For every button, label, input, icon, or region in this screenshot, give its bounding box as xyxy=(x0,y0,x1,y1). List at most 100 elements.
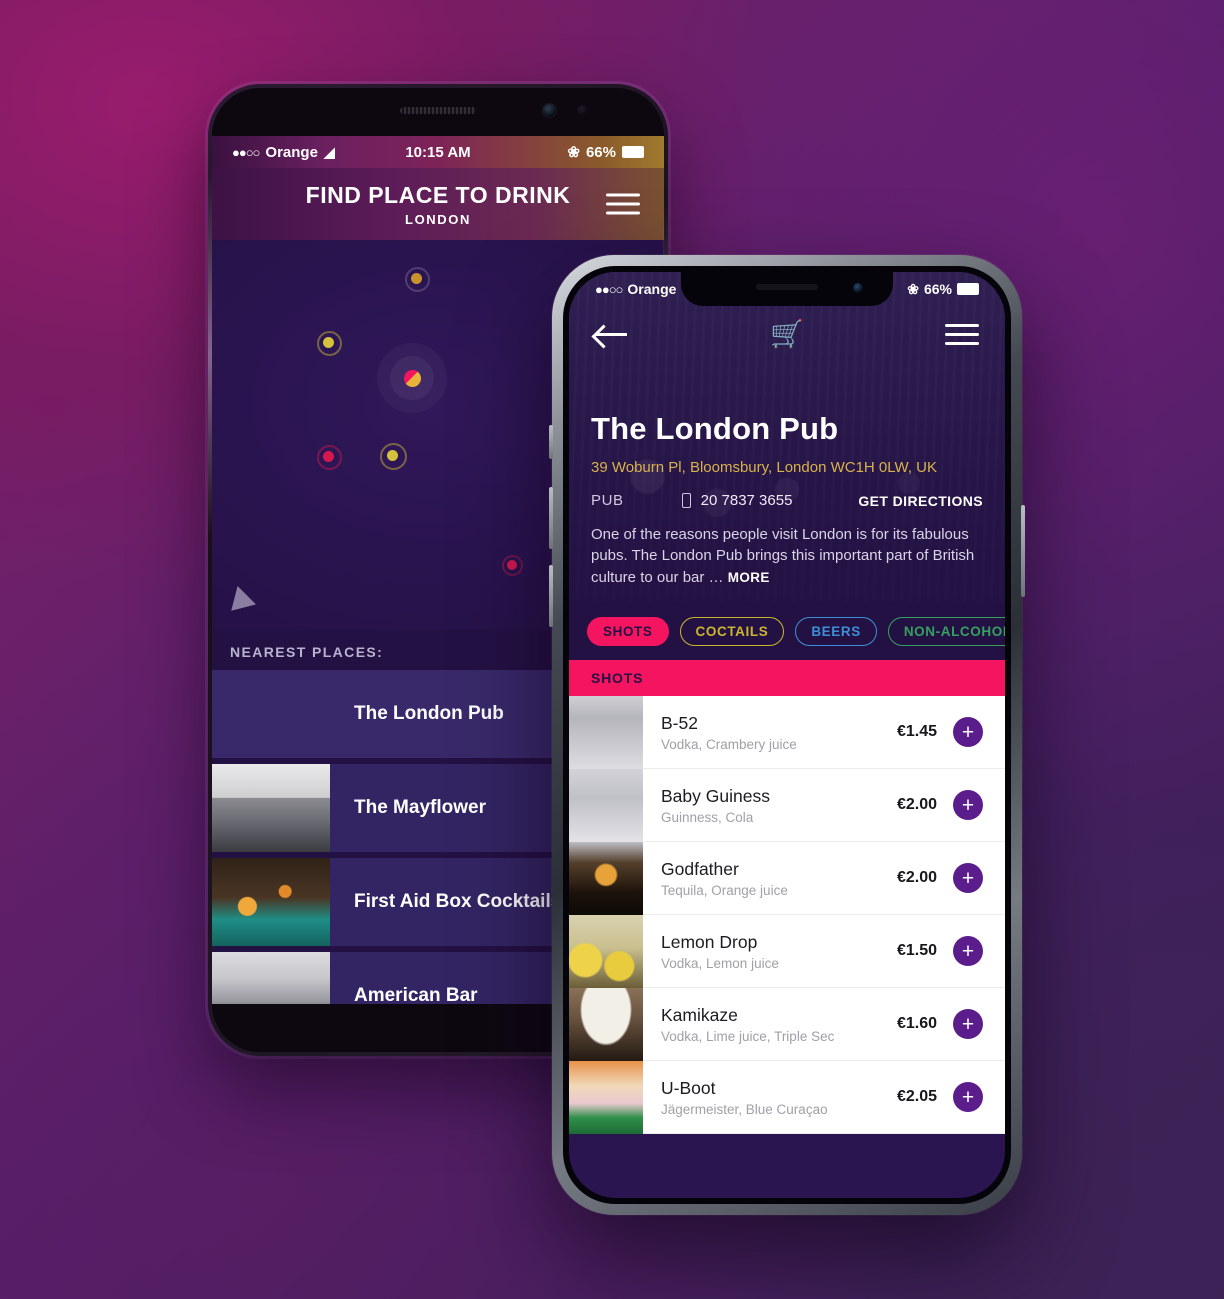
samsung-status-bar: ●●○○ Orange ◢ 10:15 AM ❀ 66% xyxy=(212,136,664,168)
drink-price: €1.60 xyxy=(896,1015,937,1032)
venue-type: PUB xyxy=(591,492,624,510)
drink-thumbnail xyxy=(569,841,643,915)
plus-icon[interactable]: + xyxy=(953,1009,983,1039)
earpiece-speaker-icon xyxy=(756,284,818,290)
drink-thumbnail xyxy=(569,768,643,842)
status-time: 10:15 AM xyxy=(405,143,471,161)
venue-meta-row: PUB 20 7837 3655 GET DIRECTIONS xyxy=(591,492,983,509)
drink-name: Kamikaze xyxy=(661,1004,738,1025)
drink-price: €2.00 xyxy=(896,869,937,886)
wifi-icon: ◢ xyxy=(323,143,335,160)
current-location-marker[interactable] xyxy=(404,370,421,387)
battery-percent: 66% xyxy=(585,143,616,161)
venue-name: The London Pub xyxy=(591,411,839,447)
samsung-app-header: FIND PLACE TO DRINK LONDON xyxy=(212,168,664,240)
volume-down-button[interactable] xyxy=(549,565,553,627)
silent-switch[interactable] xyxy=(549,425,553,459)
table-row[interactable]: U-Boot Jägermeister, Blue Curaçao €2.05 … xyxy=(569,1060,1005,1134)
carrier-name: Orange xyxy=(627,281,677,297)
drink-ingredients: Vodka, Crambery juice xyxy=(661,736,797,752)
drink-thumbnail xyxy=(569,695,643,769)
navigate-arrow-icon[interactable] xyxy=(222,586,256,620)
plus-icon[interactable]: + xyxy=(953,863,983,893)
drink-price: €2.05 xyxy=(896,1088,937,1105)
place-thumbnail xyxy=(212,952,330,1004)
drink-price: €1.45 xyxy=(896,723,937,740)
table-row[interactable]: B-52 Vodka, Crambery juice €1.45 + xyxy=(569,695,1005,769)
drink-price: €2.00 xyxy=(896,796,937,813)
page-title: FIND PLACE TO DRINK xyxy=(305,181,571,208)
drink-ingredients: Vodka, Lime juice, Triple Sec xyxy=(661,1028,835,1044)
venue-phone[interactable]: 20 7837 3655 xyxy=(681,492,793,510)
phone-icon xyxy=(681,493,691,509)
table-row[interactable]: Baby Guiness Guinness, Cola €2.00 + xyxy=(569,768,1005,842)
more-link[interactable]: MORE xyxy=(728,570,770,585)
drink-ingredients: Guinness, Cola xyxy=(661,809,754,825)
power-button[interactable] xyxy=(1021,505,1025,597)
earpiece-speaker-icon xyxy=(400,107,476,114)
table-row[interactable]: Godfather Tequila, Orange juice €2.00 + xyxy=(569,841,1005,915)
chip-non-alcoholic[interactable]: NON-ALCOHOLIC xyxy=(887,616,1005,646)
battery-percent: 66% xyxy=(923,281,952,297)
venue-address: 39 Woburn Pl, Bloomsbury, London WC1H 0L… xyxy=(591,459,937,477)
place-name: American Bar xyxy=(354,985,478,1004)
drink-price: €1.50 xyxy=(896,942,937,959)
drink-name: U-Boot xyxy=(661,1077,716,1098)
drink-thumbnail xyxy=(569,914,643,988)
get-directions-button[interactable]: GET DIRECTIONS xyxy=(858,493,983,509)
map-marker-club[interactable] xyxy=(323,451,334,462)
venue-phone-number: 20 7837 3655 xyxy=(700,492,793,510)
drink-name: Lemon Drop xyxy=(661,931,758,952)
proximity-sensor-icon xyxy=(577,105,588,116)
battery-icon xyxy=(622,146,644,158)
back-arrow-icon[interactable] xyxy=(595,324,629,344)
place-thumbnail xyxy=(212,764,330,852)
map-marker-bar[interactable] xyxy=(387,450,398,461)
plus-icon[interactable]: + xyxy=(953,936,983,966)
hamburger-icon[interactable] xyxy=(606,193,640,215)
table-row[interactable]: Kamikaze Vodka, Lime juice, Triple Sec €… xyxy=(569,987,1005,1061)
signal-strength-icon: ●●○○ xyxy=(232,144,260,160)
carrier-name: Orange xyxy=(265,143,318,161)
venue-description-text: One of the reasons people visit London i… xyxy=(591,526,975,586)
bluetooth-icon: ❀ xyxy=(907,280,919,297)
map-marker-pub[interactable] xyxy=(411,273,422,284)
bluetooth-icon: ❀ xyxy=(567,144,580,161)
plus-icon[interactable]: + xyxy=(953,1082,983,1112)
category-filter-chips: SHOTS COCTAILS BEERS NON-ALCOHOLIC xyxy=(569,602,1005,660)
venue-hero-image: 🛒 The London Pub 39 Woburn Pl, Bloomsbur… xyxy=(569,272,1005,602)
place-name: The London Pub xyxy=(354,703,504,724)
volume-up-button[interactable] xyxy=(549,487,553,549)
drink-thumbnail xyxy=(569,987,643,1061)
drink-thumbnail xyxy=(569,1060,643,1134)
drink-menu-list: B-52 Vodka, Crambery juice €1.45 + Baby … xyxy=(569,695,1005,1134)
plus-icon[interactable]: + xyxy=(953,790,983,820)
chip-coctails[interactable]: COCTAILS xyxy=(679,616,785,646)
mockup-stage: ●●○○ Orange ◢ 10:15 AM ❀ 66% FIND PLACE … xyxy=(0,0,1224,1299)
hamburger-icon[interactable] xyxy=(945,323,979,345)
iphone-top-bar: 🛒 xyxy=(569,306,1005,362)
table-row[interactable]: Lemon Drop Vodka, Lemon juice €1.50 + xyxy=(569,914,1005,988)
venue-info: The London Pub 39 Woburn Pl, Bloomsbury,… xyxy=(569,411,1005,602)
place-name: First Aid Box Cocktails xyxy=(354,891,562,912)
drink-ingredients: Vodka, Lemon juice xyxy=(661,955,779,971)
map-marker-club[interactable] xyxy=(507,560,517,570)
iphone-device-body: ●●○○ Orange ❀ 66% 🛒 The London Pub 39 Wo… xyxy=(563,266,1011,1204)
front-camera-icon xyxy=(543,104,556,117)
map-marker-bar[interactable] xyxy=(323,337,334,348)
drink-ingredients: Jägermeister, Blue Curaçao xyxy=(661,1101,828,1117)
shopping-cart-icon[interactable]: 🛒 xyxy=(770,320,804,348)
drink-name: Baby Guiness xyxy=(661,785,770,806)
place-thumbnail xyxy=(212,858,330,946)
chip-shots[interactable]: SHOTS xyxy=(587,616,669,646)
chip-beers[interactable]: BEERS xyxy=(795,616,877,646)
battery-icon xyxy=(957,283,979,295)
plus-icon[interactable]: + xyxy=(953,717,983,747)
signal-strength-icon: ●●○○ xyxy=(595,281,623,297)
section-header-shots: SHOTS xyxy=(569,660,1005,696)
samsung-top-bezel xyxy=(212,88,664,136)
iphone-screen: ●●○○ Orange ❀ 66% 🛒 The London Pub 39 Wo… xyxy=(569,272,1005,1198)
page-subtitle: LONDON xyxy=(405,211,471,227)
venue-description: One of the reasons people visit London i… xyxy=(591,524,983,588)
front-camera-icon xyxy=(853,283,863,293)
